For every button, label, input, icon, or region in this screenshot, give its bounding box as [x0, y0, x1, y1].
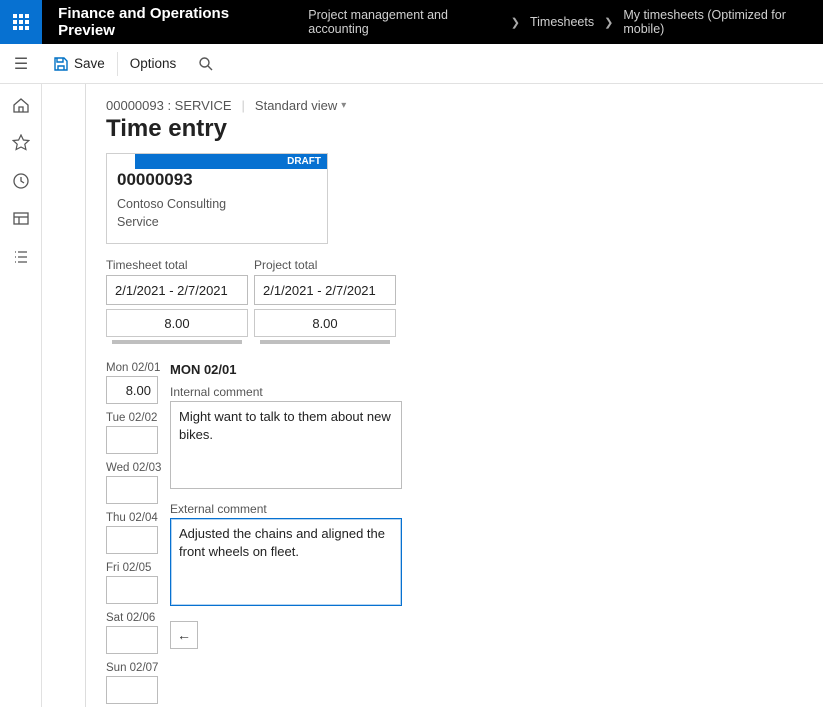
- app-launcher-button[interactable]: [0, 0, 42, 44]
- modules-icon[interactable]: [12, 248, 30, 266]
- day-label-mon: Mon 02/01: [106, 362, 168, 374]
- day-label-fri: Fri 02/05: [106, 562, 168, 574]
- crumb-page[interactable]: My timesheets (Optimized for mobile): [619, 8, 823, 36]
- day-label-wed: Wed 02/03: [106, 462, 168, 474]
- save-button[interactable]: Save: [42, 44, 117, 84]
- crumb-module[interactable]: Project management and accounting: [304, 8, 504, 36]
- day-label-tue: Tue 02/02: [106, 412, 168, 424]
- crumb-area[interactable]: Timesheets: [526, 15, 598, 29]
- days-column: Mon 02/01 Tue 02/02 Wed 02/03 Thu 02/04: [106, 362, 168, 707]
- view-label: Standard view: [255, 98, 337, 113]
- project-range-field[interactable]: 2/1/2021 - 2/7/2021: [254, 275, 396, 305]
- save-icon: [54, 57, 68, 71]
- search-button[interactable]: [188, 44, 224, 84]
- global-header: Finance and Operations Preview Project m…: [0, 0, 823, 44]
- card-service: Service: [117, 214, 317, 232]
- internal-comment-label: Internal comment: [170, 385, 402, 399]
- star-icon[interactable]: [12, 134, 30, 152]
- save-label: Save: [74, 56, 105, 71]
- day-label-sun: Sun 02/07: [106, 662, 168, 674]
- product-name: Finance and Operations Preview: [42, 5, 296, 39]
- day-input-thu[interactable]: [106, 526, 158, 554]
- options-label: Options: [130, 56, 177, 71]
- page-title: Time entry: [106, 115, 803, 143]
- page-gutter: [42, 84, 86, 707]
- external-comment-input[interactable]: Adjusted the chains and aligned the fron…: [170, 518, 402, 606]
- timesheet-total-value: 8.00: [106, 309, 248, 337]
- project-total-value: 8.00: [254, 309, 396, 337]
- selected-day-header: MON 02/01: [170, 362, 402, 377]
- chevron-down-icon: ▾: [341, 100, 346, 111]
- workspace-icon[interactable]: [12, 210, 30, 228]
- waffle-icon: [13, 14, 29, 30]
- home-icon[interactable]: [12, 96, 30, 114]
- breadcrumb: Project management and accounting ❯ Time…: [296, 8, 823, 36]
- record-id-line: 00000093 : SERVICE: [106, 98, 232, 113]
- separator: |: [242, 98, 245, 113]
- timesheet-total-label: Timesheet total: [106, 258, 248, 272]
- timesheet-range-field[interactable]: 2/1/2021 - 2/7/2021: [106, 275, 248, 305]
- arrow-left-icon: ←: [177, 627, 191, 643]
- day-label-sat: Sat 02/06: [106, 612, 168, 624]
- view-selector[interactable]: Standard view ▾: [255, 98, 346, 113]
- day-input-fri[interactable]: [106, 576, 158, 604]
- internal-comment-input[interactable]: Might want to talk to them about new bik…: [170, 401, 402, 489]
- day-label-thu: Thu 02/04: [106, 512, 168, 524]
- day-input-wed[interactable]: [106, 476, 158, 504]
- recent-icon[interactable]: [12, 172, 30, 190]
- page-content: 00000093 : SERVICE | Standard view ▾ Tim…: [86, 84, 823, 707]
- left-nav-rail: [0, 84, 42, 707]
- day-input-sun[interactable]: [106, 676, 158, 704]
- underline: [112, 340, 242, 344]
- record-context-line: 00000093 : SERVICE | Standard view ▾: [106, 98, 803, 113]
- detail-column: MON 02/01 Internal comment Might want to…: [170, 362, 402, 649]
- day-input-sat[interactable]: [106, 626, 158, 654]
- card-customer: Contoso Consulting: [117, 196, 317, 214]
- underline: [260, 340, 390, 344]
- project-total-label: Project total: [254, 258, 396, 272]
- day-input-mon[interactable]: [106, 376, 158, 404]
- card-id: 00000093: [117, 170, 317, 190]
- back-button[interactable]: ←: [170, 621, 198, 649]
- options-button[interactable]: Options: [118, 44, 189, 84]
- command-bar: ☰ Save Options: [0, 44, 823, 84]
- chevron-right-icon: ❯: [598, 16, 619, 29]
- day-input-tue[interactable]: [106, 426, 158, 454]
- status-badge: DRAFT: [135, 154, 327, 169]
- nav-toggle-button[interactable]: ☰: [0, 44, 42, 84]
- status-label: DRAFT: [287, 156, 321, 167]
- chevron-right-icon: ❯: [505, 16, 526, 29]
- search-icon: [198, 56, 214, 72]
- external-comment-label: External comment: [170, 502, 402, 516]
- timesheet-card[interactable]: DRAFT 00000093 Contoso Consulting Servic…: [106, 153, 328, 244]
- totals-section: Timesheet total 2/1/2021 - 2/7/2021 8.00…: [106, 258, 803, 344]
- hamburger-icon: ☰: [14, 54, 28, 74]
